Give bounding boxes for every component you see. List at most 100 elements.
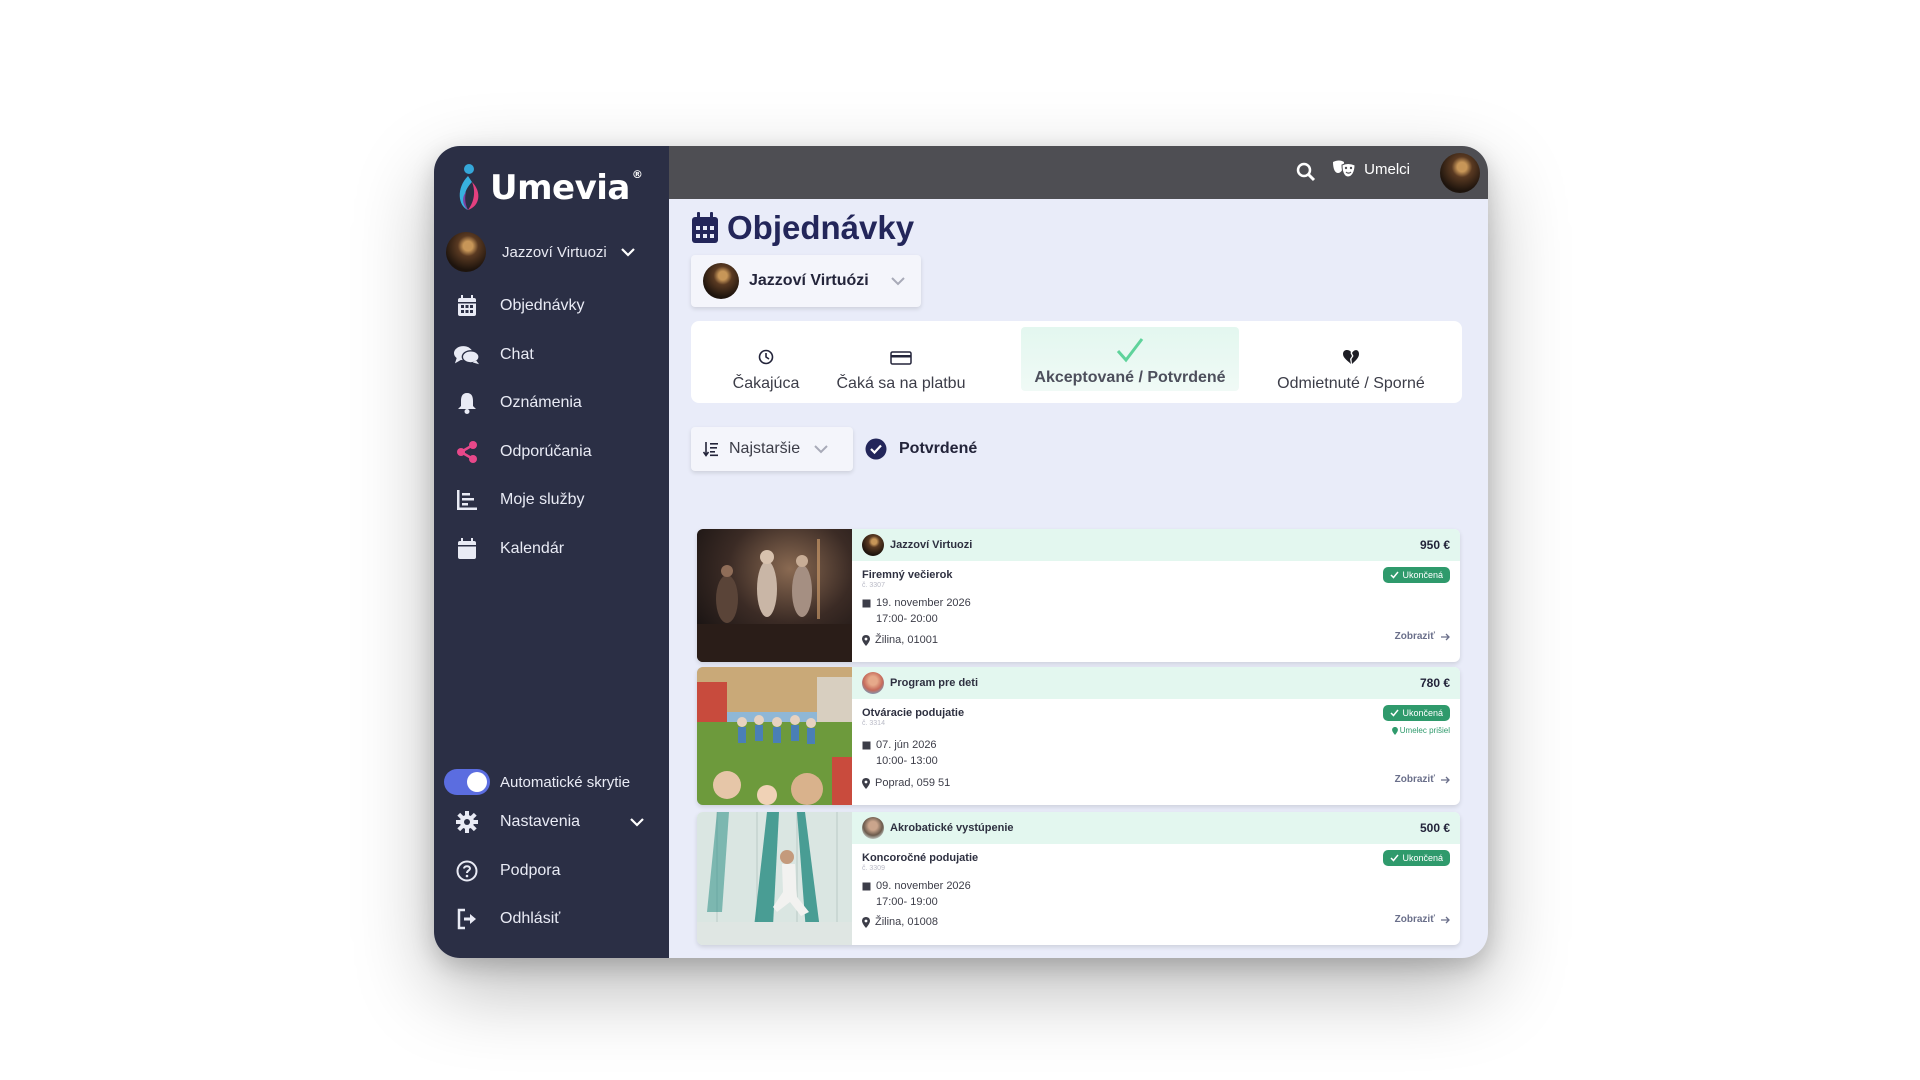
event-photo [697,812,852,945]
auto-hide-setting: Automatické skrytie [434,766,669,798]
toggle-knob [467,772,487,792]
theater-masks-icon [1333,160,1356,178]
page-title: Objednávky [727,209,915,246]
sidebar-item-support[interactable]: Podpora [434,847,669,896]
event-time: 10:00- 13:00 [876,755,938,767]
sidebar: Umevia ® Jazzoví Virtuozi Objednávky Chat [434,146,669,958]
check-icon [1116,327,1144,363]
arrow-right-icon [1441,776,1450,783]
location-pin-icon [862,634,870,646]
arrow-right-icon [1441,916,1450,923]
status-badge: Ukončená [1383,850,1450,866]
user-avatar[interactable] [1440,153,1480,193]
tab-pending[interactable]: Čakajúca [711,321,821,403]
detail-label: Zobraziť [1394,631,1435,642]
chat-icon [454,343,480,367]
detail-link[interactable]: Zobraziť [1395,631,1450,642]
card-artist: Program pre deti [890,677,979,689]
logo[interactable]: Umevia ® [452,162,643,214]
calendar-icon [454,294,480,318]
tab-rejected[interactable]: Odmietnuté / Sporné [1246,321,1456,403]
order-card[interactable]: Akrobatické vystúpenie 500 € Koncoročné … [697,812,1460,945]
status-label: Ukončená [1402,708,1443,718]
clock-icon [758,329,774,365]
location-pin-icon [1391,726,1398,735]
card-header: Akrobatické vystúpenie 500 € [852,812,1460,844]
page-header: Objednávky [691,209,914,247]
event-date: 07. jún 2026 [876,739,937,751]
event-date: 19. november 2026 [876,597,971,609]
sidebar-nav: Objednávky Chat Oznámenia Odporúčania Mo… [434,282,669,573]
calendar-icon [454,537,480,561]
order-number: č. 3307 [862,582,885,589]
profile-name: Jazzoví Virtuozi [502,243,607,261]
auto-hide-label: Automatické skrytie [500,773,631,791]
sidebar-item-label: Objednávky [500,297,585,315]
detail-link[interactable]: Zobraziť [1395,914,1450,925]
artists-link[interactable]: Umelci [1332,160,1410,178]
order-card[interactable]: Jazzoví Virtuozi 950 € Firemný večierok … [697,529,1460,662]
sidebar-item-notifications[interactable]: Oznámenia [434,379,669,428]
artist-select[interactable]: Jazzoví Virtuózi [691,255,921,307]
sidebar-item-logout[interactable]: Odhlásiť [434,895,669,944]
sidebar-bottom: Automatické skrytie Nastavenia Podpora O… [434,766,669,944]
auto-hide-toggle[interactable] [444,769,490,795]
filter-bar: Najstaršie Potvrdené [691,427,977,471]
card-body: Otváracie podujatie č. 3314 07. jún 2026… [862,699,1450,805]
sidebar-item-chat[interactable]: Chat [434,331,669,380]
note-label: Umelec prišiel [1399,726,1450,735]
search-icon[interactable] [1296,162,1316,182]
location-row: Poprad, 059 51 [862,777,950,789]
time-row: 10:00- 13:00 [876,755,938,767]
sidebar-item-label: Nastavenia [500,813,581,831]
chevron-down-icon [630,817,644,827]
sidebar-item-referrals[interactable]: Odporúčania [434,428,669,477]
sidebar-item-calendar[interactable]: Kalendár [434,525,669,574]
check-icon [1390,571,1400,579]
sidebar-item-label: Odporúčania [500,442,592,460]
avatar [703,263,739,299]
event-time: 17:00- 19:00 [876,896,938,908]
order-card[interactable]: Program pre deti 780 € Otváracie podujat… [697,667,1460,805]
chevron-down-icon [620,247,635,257]
sort-select[interactable]: Najstaršie [691,427,853,471]
sidebar-item-label: Odhlásiť [500,910,561,928]
calendar-icon [862,599,871,608]
event-time: 17:00- 20:00 [876,613,938,625]
location-pin-icon [862,916,870,928]
tab-label: Akceptované / Potvrdené [1034,369,1226,386]
status-label: Ukončená [1402,570,1443,580]
tab-awaiting-payment[interactable]: Čaká sa na platbu [821,321,981,403]
calendar-icon [692,212,718,243]
order-number: č. 3314 [862,720,885,727]
card-price: 500 € [1419,821,1450,835]
location-row: Žilina, 01008 [862,916,938,928]
card-body: Koncoročné podujatie č. 3309 09. novembe… [862,844,1450,945]
sidebar-item-services[interactable]: Moje služby [434,476,669,525]
detail-link[interactable]: Zobraziť [1395,774,1450,785]
sidebar-item-settings[interactable]: Nastavenia [434,798,669,847]
check-icon [1390,709,1400,717]
arrival-note: Umelec prišiel [1391,726,1450,735]
card-price: 780 € [1419,676,1450,690]
confirmed-filter[interactable]: Potvrdené [865,438,977,460]
card-header: Jazzoví Virtuozi 950 € [852,529,1460,561]
logo-mark-icon [459,164,479,210]
card-price: 950 € [1419,538,1450,552]
tab-accepted[interactable]: Akceptované / Potvrdené [1021,327,1239,391]
tab-label: Odmietnuté / Sporné [1277,375,1425,392]
profile-switcher[interactable]: Jazzoví Virtuozi [446,232,656,272]
status-tabs: Čakajúca Čaká sa na platbu Akceptované /… [691,321,1462,403]
status-label: Ukončená [1402,853,1443,863]
check-circle-icon [865,438,887,460]
filter-label: Potvrdené [899,440,978,457]
gear-icon [454,810,480,834]
sidebar-item-orders[interactable]: Objednávky [434,282,669,331]
broken-heart-icon [1342,329,1360,365]
event-photo [697,529,852,662]
status-badge: Ukončená [1383,567,1450,583]
time-row: 17:00- 20:00 [876,613,938,625]
main-content: Objednávky Jazzoví Virtuózi Čakajúca Čak… [669,199,1488,958]
check-icon [1390,854,1400,862]
status-badge: Ukončená [1383,705,1450,721]
